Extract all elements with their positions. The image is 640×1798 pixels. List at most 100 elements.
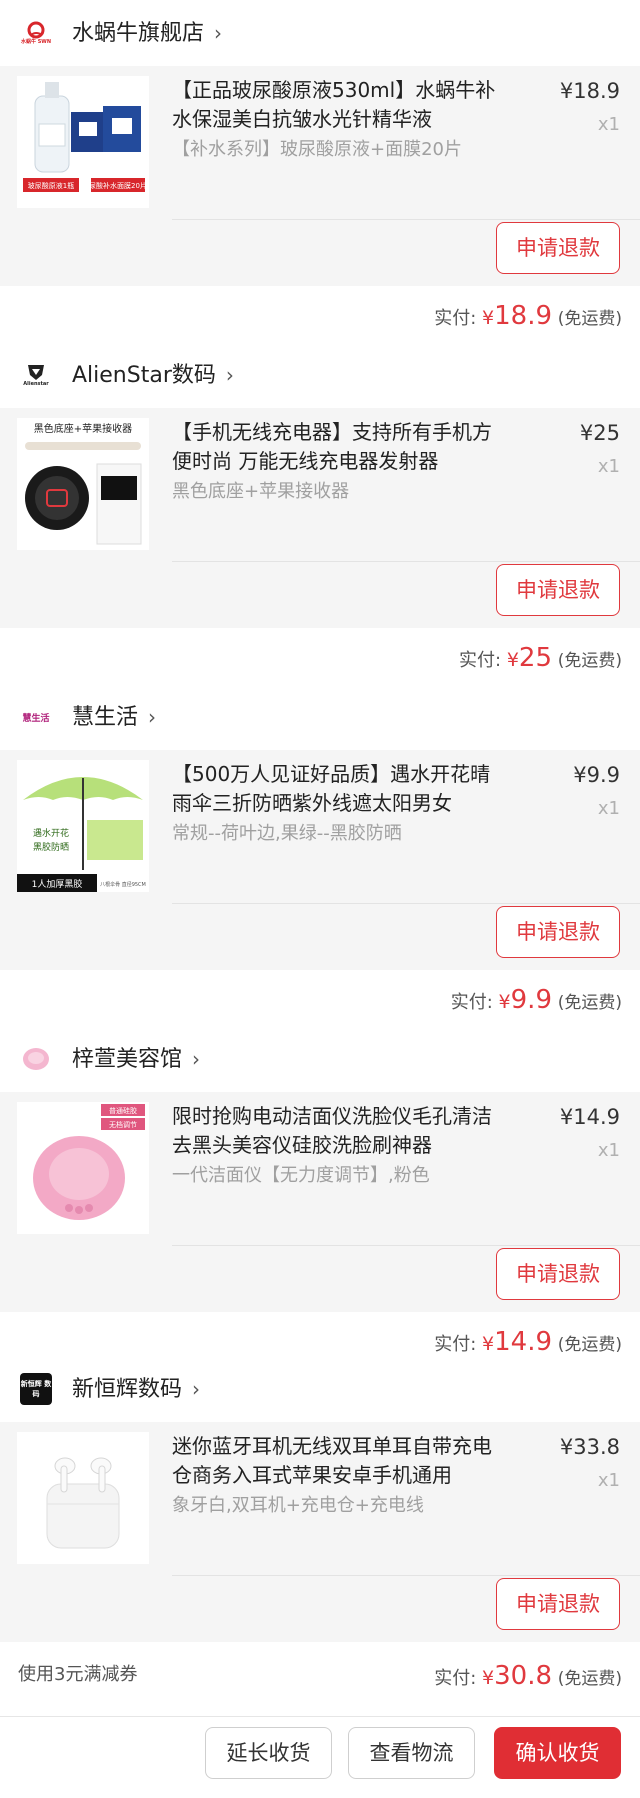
paid-label: 实付:	[434, 308, 477, 329]
product-title[interactable]: 迷你蓝牙耳机无线双耳单耳自带充电仓商务入耳式苹果安卓手机通用	[172, 1432, 502, 1490]
shipping-note: (免运费)	[557, 1335, 622, 1355]
product-title[interactable]: 【正品玻尿酸原液530ml】水蜗牛补水保湿美白抗皱水光针精华液	[172, 76, 502, 134]
thumb-label: 遇水开花	[33, 827, 69, 839]
shop-header[interactable]: 新恒辉 数码 新恒辉数码 ›	[0, 1356, 640, 1422]
shipping-note: (免运费)	[557, 993, 622, 1013]
paid-total: 实付: ¥9.9 (免运费)	[451, 980, 622, 1023]
divider	[172, 1245, 640, 1246]
product-spec: 象牙白,双耳机+充电仓+充电线	[172, 1495, 424, 1516]
shop-name[interactable]: 新恒辉数码 ›	[72, 1373, 200, 1406]
refund-button[interactable]: 申请退款	[496, 906, 620, 958]
coupon-note[interactable]: 使用3元满减券	[18, 1660, 137, 1690]
paid-amount: 14.9	[494, 1327, 552, 1357]
order-action-bar: 延长收货 查看物流 确认收货	[0, 1716, 640, 1798]
paid-currency: ¥	[498, 991, 511, 1013]
divider	[172, 219, 640, 220]
chevron-right-icon: ›	[148, 705, 157, 729]
shop-name-text: 新恒辉数码	[72, 1377, 183, 1402]
view-logistics-button[interactable]: 查看物流	[348, 1727, 475, 1779]
divider	[172, 561, 640, 562]
order-item[interactable]: 普通硅胶 无档调节 限时抢购电动洁面仪洗脸仪毛孔清洁去黑头美容仪硅胶洗脸刷神器 …	[0, 1092, 640, 1312]
product-price: ¥25	[579, 421, 620, 445]
paid-amount: 9.9	[510, 985, 552, 1015]
shop-logo-text: Alienstar	[23, 380, 49, 387]
extend-receipt-button[interactable]: 延长收货	[205, 1727, 332, 1779]
order-item[interactable]: 黑色底座+苹果接收器 【手机无线充电器】支持所有手机方便时尚 万能无线充电器发射…	[0, 408, 640, 628]
refund-button[interactable]: 申请退款	[496, 564, 620, 616]
alienstar-logo-icon	[28, 364, 44, 380]
refund-button[interactable]: 申请退款	[496, 1578, 620, 1630]
shop-logo-text: 新恒辉 数码	[20, 1380, 52, 1398]
product-title[interactable]: 限时抢购电动洁面仪洗脸仪毛孔清洁去黑头美容仪硅胶洗脸刷神器	[172, 1102, 502, 1160]
product-price: ¥33.8	[559, 1435, 620, 1459]
thumb-label: 八根伞骨 直径95CM	[100, 881, 146, 888]
product-thumbnail[interactable]	[17, 1432, 149, 1564]
thumb-label: 黑色底座+苹果接收器	[34, 422, 132, 435]
shop-header[interactable]: Alienstar AlienStar数码 ›	[0, 342, 640, 408]
face-brush-product-image: 普通硅胶 无档调节	[17, 1102, 149, 1234]
refund-button[interactable]: 申请退款	[496, 1248, 620, 1300]
shop-logo: 新恒辉 数码	[20, 1373, 52, 1405]
product-quantity: x1	[597, 1470, 620, 1491]
thumb-label: 尿酸补水面膜20片	[89, 181, 147, 190]
shop-header[interactable]: 梓萱美容馆 ›	[0, 1026, 640, 1092]
refund-button[interactable]: 申请退款	[496, 222, 620, 274]
paid-summary: 使用3元满减券 实付: ¥30.8 (免运费)	[0, 1642, 640, 1716]
shop-name[interactable]: AlienStar数码 ›	[72, 359, 234, 392]
shop-logo: Alienstar	[20, 359, 52, 391]
shop-header[interactable]: 慧生活 慧生活 ›	[0, 684, 640, 750]
shop-header[interactable]: 水蜗牛 SWN 水蜗牛旗舰店 ›	[0, 0, 640, 66]
divider	[172, 903, 640, 904]
chevron-right-icon: ›	[214, 21, 223, 45]
confirm-receipt-button[interactable]: 确认收货	[494, 1727, 621, 1779]
shop-card: 梓萱美容馆 › 普通硅胶 无档调节 限时抢购电动洁面仪洗脸仪毛孔清洁去黑头美容仪硅…	[0, 1026, 640, 1368]
umbrella-product-image: 遇水开花 黑胶防晒 1人加厚黑胶 八根伞骨 直径95CM	[17, 760, 149, 892]
paid-summary: 实付: ¥25 (免运费)	[0, 628, 640, 684]
order-item[interactable]: 遇水开花 黑胶防晒 1人加厚黑胶 八根伞骨 直径95CM 【500万人见证好品质…	[0, 750, 640, 970]
product-thumbnail[interactable]: 普通硅胶 无档调节	[17, 1102, 149, 1234]
paid-currency: ¥	[506, 649, 519, 671]
chevron-right-icon: ›	[225, 363, 234, 387]
product-thumbnail[interactable]: 遇水开花 黑胶防晒 1人加厚黑胶 八根伞骨 直径95CM	[17, 760, 149, 892]
shop-name[interactable]: 水蜗牛旗舰店 ›	[72, 17, 222, 50]
shop-name[interactable]: 慧生活 ›	[72, 701, 156, 734]
product-spec: 常规--荷叶边,果绿--黑胶防晒	[172, 823, 402, 844]
product-price: ¥9.9	[573, 763, 620, 787]
charger-product-image: 黑色底座+苹果接收器	[17, 418, 149, 550]
order-item[interactable]: 迷你蓝牙耳机无线双耳单耳自带充电仓商务入耳式苹果安卓手机通用 象牙白,双耳机+充…	[0, 1422, 640, 1642]
product-quantity: x1	[597, 456, 620, 477]
shop-logo-text: 水蜗牛 SWN	[20, 38, 52, 45]
product-title[interactable]: 【500万人见证好品质】遇水开花晴雨伞三折防晒紫外线遮太阳男女	[172, 760, 502, 818]
product-spec: 黑色底座+苹果接收器	[172, 481, 350, 502]
shop-logo	[20, 1043, 52, 1075]
shop-logo: 水蜗牛 SWN	[20, 17, 52, 49]
thumb-label: 1人加厚黑胶	[32, 878, 83, 890]
paid-summary: 实付: ¥18.9 (免运费)	[0, 286, 640, 350]
thumb-label: 无档调节	[109, 1120, 137, 1129]
thumb-label: 玻尿酸原液1瓶	[28, 181, 74, 190]
paid-label: 实付:	[459, 650, 502, 671]
product-quantity: x1	[597, 798, 620, 819]
shop-name[interactable]: 梓萱美容馆 ›	[72, 1043, 200, 1076]
product-price: ¥18.9	[559, 79, 620, 103]
product-thumbnail[interactable]: 黑色底座+苹果接收器	[17, 418, 149, 550]
paid-amount: 30.8	[494, 1661, 552, 1691]
shop-card: 慧生活 慧生活 › 遇水开花 黑胶防晒 1人加厚黑胶 八根伞骨 直径95CM 【5…	[0, 684, 640, 1026]
shop-card: 新恒辉 数码 新恒辉数码 › 迷你蓝牙耳机无线双耳单耳自带充电仓商务入耳式苹果安卓…	[0, 1356, 640, 1716]
order-item[interactable]: 玻尿酸原液1瓶 尿酸补水面膜20片 【正品玻尿酸原液530ml】水蜗牛补水保湿美…	[0, 66, 640, 286]
cleanser-logo-icon	[23, 1048, 49, 1070]
chevron-right-icon: ›	[192, 1377, 201, 1401]
shipping-note: (免运费)	[557, 1669, 622, 1689]
shop-card: 水蜗牛 SWN 水蜗牛旗舰店 › 玻尿酸原液1瓶 尿酸补水面膜20片 【正品玻尿酸…	[0, 0, 640, 350]
paid-total: 实付: ¥25 (免运费)	[459, 638, 622, 681]
paid-label: 实付:	[450, 992, 493, 1013]
product-thumbnail[interactable]: 玻尿酸原液1瓶 尿酸补水面膜20片	[17, 76, 149, 208]
product-price: ¥14.9	[559, 1105, 620, 1129]
paid-summary: 实付: ¥9.9 (免运费)	[0, 970, 640, 1026]
divider	[172, 1575, 640, 1576]
shop-name-text: 梓萱美容馆	[72, 1047, 183, 1072]
shop-card: Alienstar AlienStar数码 › 黑色底座+苹果接收器 【手机无线充…	[0, 342, 640, 684]
shop-name-text: 慧生活	[72, 705, 139, 730]
paid-amount: 18.9	[494, 301, 552, 331]
product-title[interactable]: 【手机无线充电器】支持所有手机方便时尚 万能无线充电器发射器	[172, 418, 502, 476]
